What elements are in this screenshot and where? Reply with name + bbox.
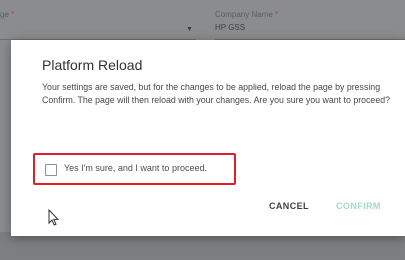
cancel-button[interactable]: CANCEL	[269, 201, 309, 211]
company-name-label-text: Company Name	[215, 10, 273, 19]
required-marker: *	[11, 10, 15, 19]
confirm-checkbox[interactable]	[45, 164, 57, 176]
mouse-pointer-icon	[48, 209, 60, 226]
company-name-value: HP GSS	[215, 23, 246, 32]
confirm-checkbox-label[interactable]: Yes I'm sure, and I want to proceed.	[64, 163, 207, 173]
confirm-checkbox-row[interactable]: Yes I'm sure, and I want to proceed.	[33, 153, 236, 185]
background-field-label-text: ge	[0, 10, 9, 19]
chevron-down-icon: ▼	[186, 26, 193, 33]
confirm-button[interactable]: CONFIRM	[336, 201, 381, 211]
background-field-label: ge *	[0, 10, 14, 19]
required-marker: *	[275, 10, 279, 19]
dialog-title: Platform Reload	[42, 57, 143, 73]
dialog-message: Your settings are saved, but for the cha…	[42, 82, 391, 105]
company-name-label: Company Name *	[215, 10, 278, 19]
platform-reload-dialog: Platform Reload Your settings are saved,…	[11, 40, 405, 236]
background-footer	[0, 232, 405, 260]
